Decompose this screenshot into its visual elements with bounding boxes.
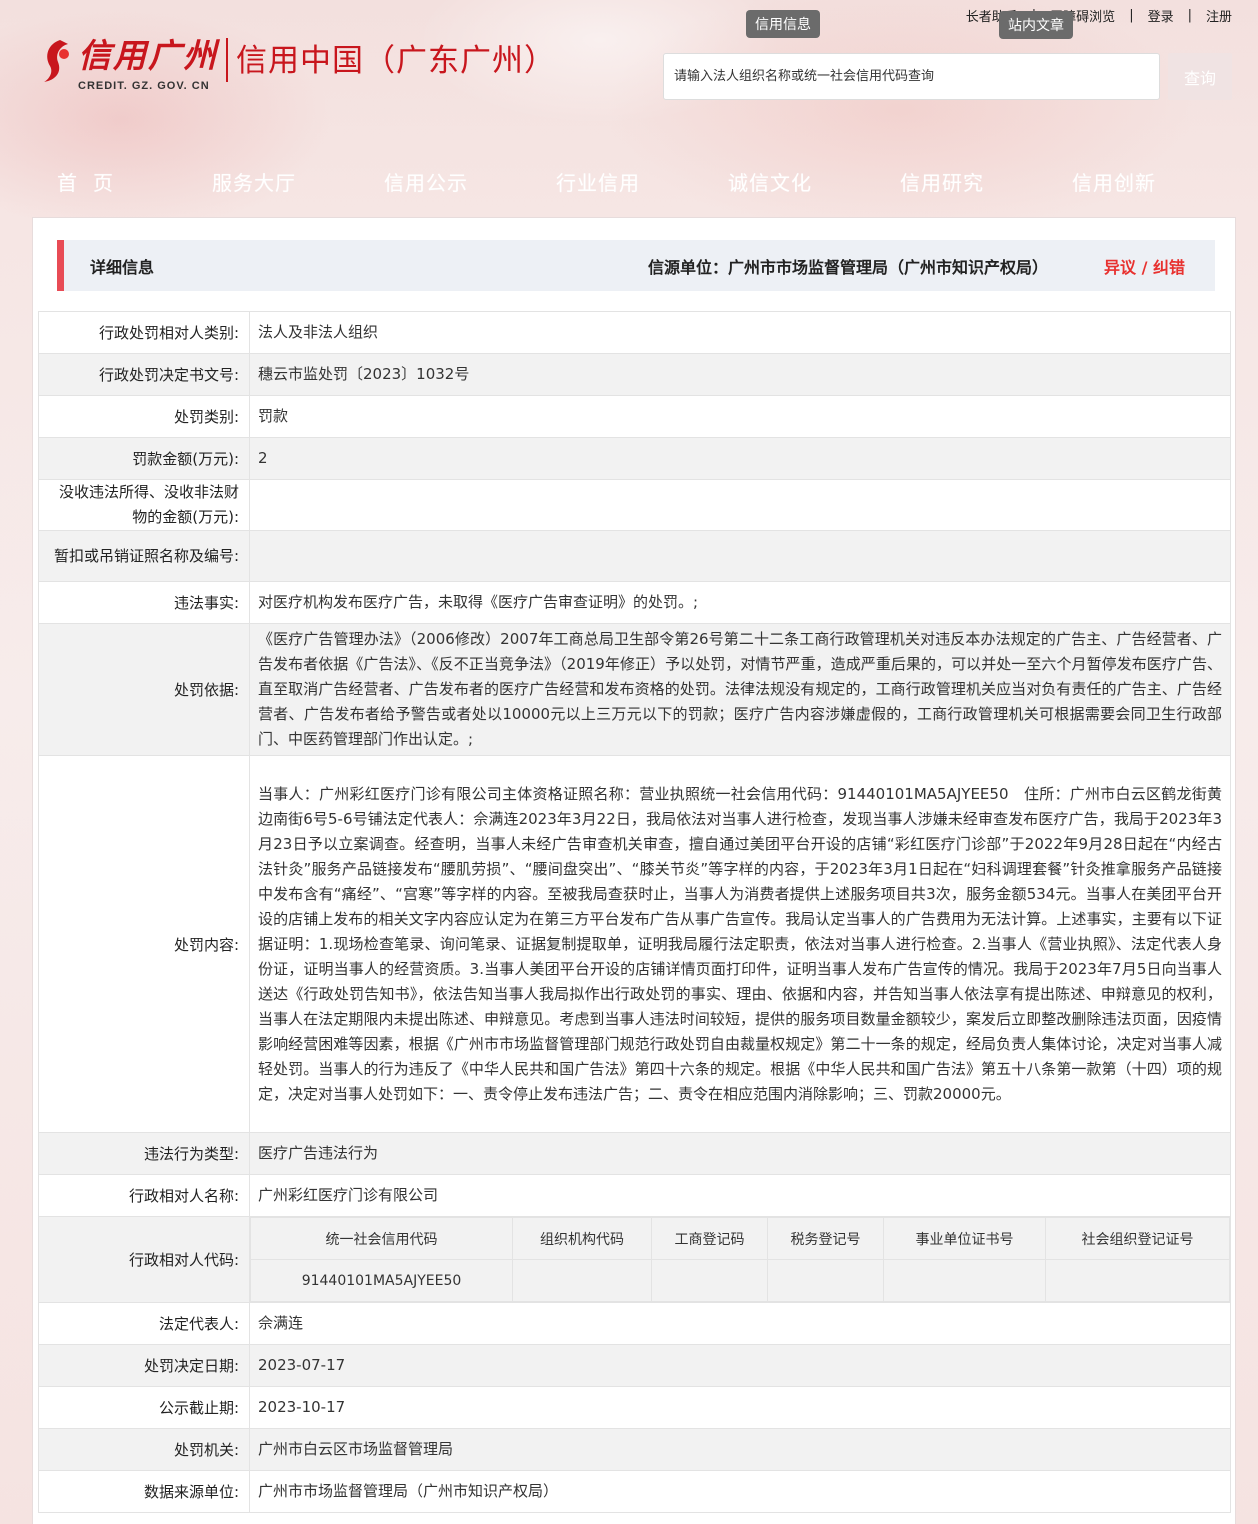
field-label: 行政相对人代码:	[38, 1216, 250, 1303]
field-label: 罚款金额(万元):	[38, 437, 250, 480]
detail-title: 详细信息	[90, 257, 155, 277]
table-row: 处罚机关: 广州市白云区市场监督管理局	[38, 1428, 1231, 1471]
nav-integrity-culture[interactable]: 诚信文化	[684, 160, 856, 206]
register-link[interactable]: 注册	[1198, 6, 1240, 25]
table-row: 暂扣或吊销证照名称及编号:	[38, 530, 1231, 582]
field-value: 穗云市监处罚〔2023〕1032号	[249, 353, 1231, 396]
tooltip-site-articles[interactable]: 站内文章	[999, 11, 1073, 39]
nav-credit-innovation[interactable]: 信用创新	[1028, 160, 1200, 206]
codes-value: 91440101MA5AJYEE50	[250, 1259, 513, 1302]
codes-value	[1045, 1259, 1230, 1302]
codes-value	[651, 1259, 768, 1302]
separator: |	[1187, 7, 1192, 23]
codes-value	[883, 1259, 1046, 1302]
codes-header: 社会组织登记证号	[1045, 1217, 1230, 1260]
field-label: 没收违法所得、没收非法财物的金额(万元):	[38, 479, 250, 531]
detail-table: 行政处罚相对人类别: 法人及非法人组织 行政处罚决定书文号: 穗云市监处罚〔20…	[38, 311, 1231, 1513]
table-row: 处罚依据: 《医疗广告管理办法》（2006修改）2007年工商总局卫生部令第26…	[38, 623, 1231, 756]
main-nav: 首页 服务大厅 信用公示 行业信用 诚信文化 信用研究 信用创新	[0, 160, 1258, 206]
nav-home[interactable]: 首页	[18, 160, 168, 206]
codes-header: 工商登记码	[651, 1217, 768, 1260]
detail-panel: 详细信息 信源单位：广州市市场监督管理局（广州市知识产权局） 异议 / 纠错 行…	[32, 217, 1236, 1524]
logo-divider	[226, 38, 228, 82]
site-logo[interactable]: 信用广州 CREDIT. GZ. GOV. CN 信用中国（广东广州）	[40, 34, 560, 104]
table-row: 行政处罚决定书文号: 穗云市监处罚〔2023〕1032号	[38, 353, 1231, 396]
field-value: 当事人：广州彩红医疗门诊有限公司主体资格证照名称：营业执照统一社会信用代码：91…	[249, 755, 1231, 1133]
field-value: 2023-07-17	[249, 1344, 1231, 1387]
field-value: 广州市白云区市场监督管理局	[249, 1428, 1231, 1471]
codes-value-row: 91440101MA5AJYEE50	[250, 1259, 1230, 1302]
field-label: 处罚内容:	[38, 755, 250, 1133]
objection-link[interactable]: 异议 / 纠错	[1104, 254, 1185, 278]
table-row: 行政相对人名称: 广州彩红医疗门诊有限公司	[38, 1174, 1231, 1217]
nav-service-hall[interactable]: 服务大厅	[168, 160, 340, 206]
field-label: 处罚决定日期:	[38, 1344, 250, 1387]
tooltip-credit-info[interactable]: 信用信息	[746, 10, 820, 38]
codes-header: 组织机构代码	[512, 1217, 652, 1260]
table-row: 法定代表人: 佘满连	[38, 1302, 1231, 1345]
field-value: 佘满连	[249, 1302, 1231, 1345]
field-label: 数据来源单位:	[38, 1470, 250, 1513]
logo-text-en: CREDIT. GZ. GOV. CN	[78, 80, 210, 92]
field-value: 《医疗广告管理办法》（2006修改）2007年工商总局卫生部令第26号第二十二条…	[249, 623, 1231, 756]
logo-text-cn: 信用广州	[78, 36, 218, 75]
field-label: 行政处罚决定书文号:	[38, 353, 250, 396]
table-row: 没收违法所得、没收非法财物的金额(万元):	[38, 479, 1231, 531]
field-label: 行政相对人名称:	[38, 1174, 250, 1217]
field-label: 处罚机关:	[38, 1428, 250, 1471]
table-row: 罚款金额(万元): 2	[38, 437, 1231, 480]
field-value	[249, 479, 1231, 531]
logo-mark-icon	[40, 36, 74, 86]
table-row: 数据来源单位: 广州市市场监督管理局（广州市知识产权局）	[38, 1470, 1231, 1513]
codes-header: 统一社会信用代码	[250, 1217, 513, 1260]
field-value: 法人及非法人组织	[249, 311, 1231, 354]
field-value	[249, 530, 1231, 582]
codes-header: 税务登记号	[767, 1217, 884, 1260]
nav-industry-credit[interactable]: 行业信用	[512, 160, 684, 206]
table-row: 处罚内容: 当事人：广州彩红医疗门诊有限公司主体资格证照名称：营业执照统一社会信…	[38, 755, 1231, 1133]
field-value: 2023-10-17	[249, 1386, 1231, 1429]
field-label: 公示截止期:	[38, 1386, 250, 1429]
field-value: 广州彩红医疗门诊有限公司	[249, 1174, 1231, 1217]
login-link[interactable]: 登录	[1140, 6, 1182, 25]
field-label: 处罚依据:	[38, 623, 250, 756]
table-row: 公示截止期: 2023-10-17	[38, 1386, 1231, 1429]
table-row: 行政处罚相对人类别: 法人及非法人组织	[38, 311, 1231, 354]
field-value: 罚款	[249, 395, 1231, 438]
detail-header: 详细信息 信源单位：广州市市场监督管理局（广州市知识产权局） 异议 / 纠错	[57, 240, 1215, 291]
source-unit: 信源单位：广州市市场监督管理局（广州市知识产权局）	[647, 257, 1048, 277]
logo-subtitle: 信用中国（广东广州）	[236, 43, 556, 79]
nav-credit-research[interactable]: 信用研究	[856, 160, 1028, 206]
field-label: 行政处罚相对人类别:	[38, 311, 250, 354]
codes-header-row: 统一社会信用代码 组织机构代码 工商登记码 税务登记号 事业单位证书号 社会组织…	[250, 1217, 1230, 1260]
field-value: 2	[249, 437, 1231, 480]
search-input[interactable]	[663, 53, 1160, 100]
table-row: 违法行为类型: 医疗广告违法行为	[38, 1132, 1231, 1175]
nav-credit-publicity[interactable]: 信用公示	[340, 160, 512, 206]
codes-table: 统一社会信用代码 组织机构代码 工商登记码 税务登记号 事业单位证书号 社会组织…	[250, 1217, 1230, 1302]
table-row: 处罚决定日期: 2023-07-17	[38, 1344, 1231, 1387]
table-row: 行政相对人代码: 统一社会信用代码 组织机构代码 工商登记码 税务登记号 事业单…	[38, 1216, 1231, 1303]
codes-value	[512, 1259, 652, 1302]
field-value: 医疗广告违法行为	[249, 1132, 1231, 1175]
field-label: 暂扣或吊销证照名称及编号:	[38, 530, 250, 582]
field-label: 处罚类别:	[38, 395, 250, 438]
codes-header: 事业单位证书号	[883, 1217, 1046, 1260]
codes-cell: 统一社会信用代码 组织机构代码 工商登记码 税务登记号 事业单位证书号 社会组织…	[249, 1216, 1231, 1303]
field-value: 对医疗机构发布医疗广告，未取得《医疗广告审查证明》的处罚。;	[249, 581, 1231, 624]
field-label: 违法行为类型:	[38, 1132, 250, 1175]
search-bar: 查询	[663, 53, 1234, 101]
search-button[interactable]: 查询	[1168, 53, 1232, 100]
field-value: 广州市市场监督管理局（广州市知识产权局）	[249, 1470, 1231, 1513]
separator: |	[1129, 7, 1134, 23]
field-label: 法定代表人:	[38, 1302, 250, 1345]
table-row: 处罚类别: 罚款	[38, 395, 1231, 438]
field-label: 违法事实:	[38, 581, 250, 624]
codes-value	[767, 1259, 884, 1302]
table-row: 违法事实: 对医疗机构发布医疗广告，未取得《医疗广告审查证明》的处罚。;	[38, 581, 1231, 624]
